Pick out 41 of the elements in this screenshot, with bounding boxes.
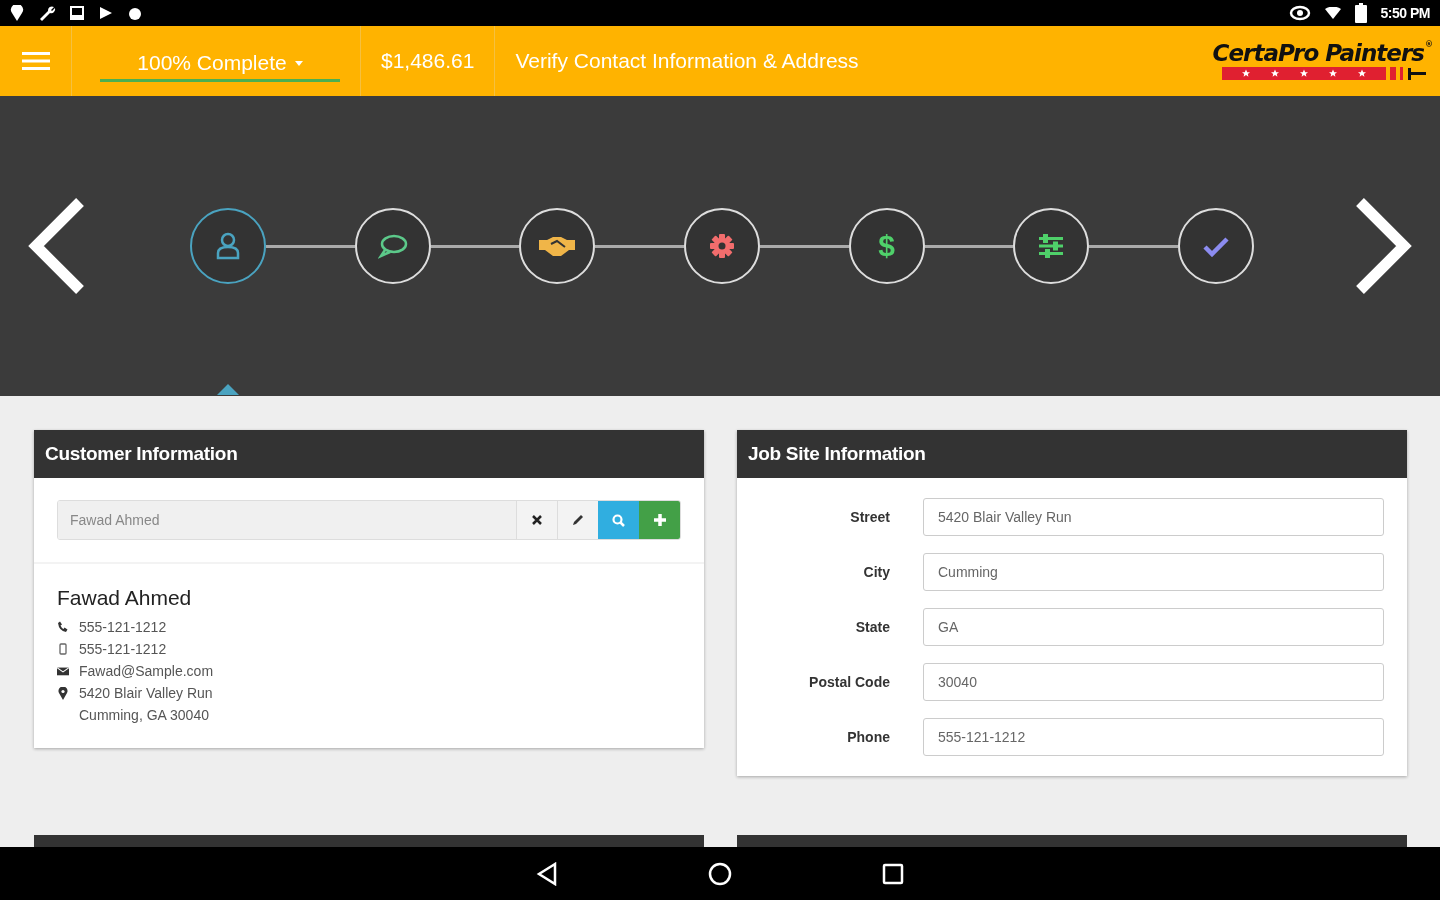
mobile-icon: [57, 643, 69, 655]
next-arrow-button[interactable]: [1354, 198, 1414, 294]
field-label: Street: [849, 509, 890, 525]
customer-name: Fawad Ahmed: [57, 586, 193, 610]
previous-arrow-button[interactable]: [26, 198, 86, 294]
wrench-icon: [38, 5, 56, 21]
input-field[interactable]: 30040: [923, 663, 1384, 701]
image-icon: [70, 6, 84, 20]
selection-pointer: [217, 384, 239, 395]
logo-text: CertaPro Painters®: [1212, 40, 1432, 66]
step-button[interactable]: $: [848, 208, 925, 284]
dollar-icon: $: [878, 231, 896, 261]
input-field[interactable]: 555-121-1212: [923, 718, 1384, 756]
map-pin-icon: [57, 687, 69, 700]
home-button[interactable]: [708, 861, 732, 886]
input-field[interactable]: Cumming: [923, 553, 1384, 591]
field-label: State: [854, 619, 890, 635]
phone-icon: [57, 621, 69, 633]
contact-detail: 555-121-1212: [79, 618, 167, 637]
clock-time: 5:50 PM: [1380, 5, 1430, 21]
caret-icon: [294, 60, 303, 66]
field-label: Phone: [846, 729, 890, 745]
input-field[interactable]: GA: [923, 608, 1384, 646]
envelope-icon: [57, 665, 69, 677]
card-title: Job Site Information: [737, 430, 1407, 478]
recents-button[interactable]: [882, 862, 904, 885]
menu-icon: [21, 51, 50, 71]
back-button[interactable]: [536, 861, 558, 886]
field-label: Postal Code: [808, 674, 890, 690]
field-label: City: [862, 564, 890, 580]
input-field[interactable]: 5420 Blair Valley Run: [923, 498, 1384, 536]
address-line: Cumming, GA 30040: [79, 706, 210, 725]
contact-detail: Fawad@Sample.com: [79, 662, 214, 681]
location-icon: [10, 5, 24, 21]
contact-detail: 555-121-1212: [79, 640, 167, 659]
card-title: Customer Information: [34, 430, 704, 478]
address-line: 5420 Blair Valley Run: [79, 684, 213, 703]
page-title: Verify Contact Information & Address: [514, 48, 860, 74]
wifi-icon: [1324, 7, 1341, 19]
battery-icon: [1354, 3, 1367, 23]
play-icon: [98, 6, 114, 20]
